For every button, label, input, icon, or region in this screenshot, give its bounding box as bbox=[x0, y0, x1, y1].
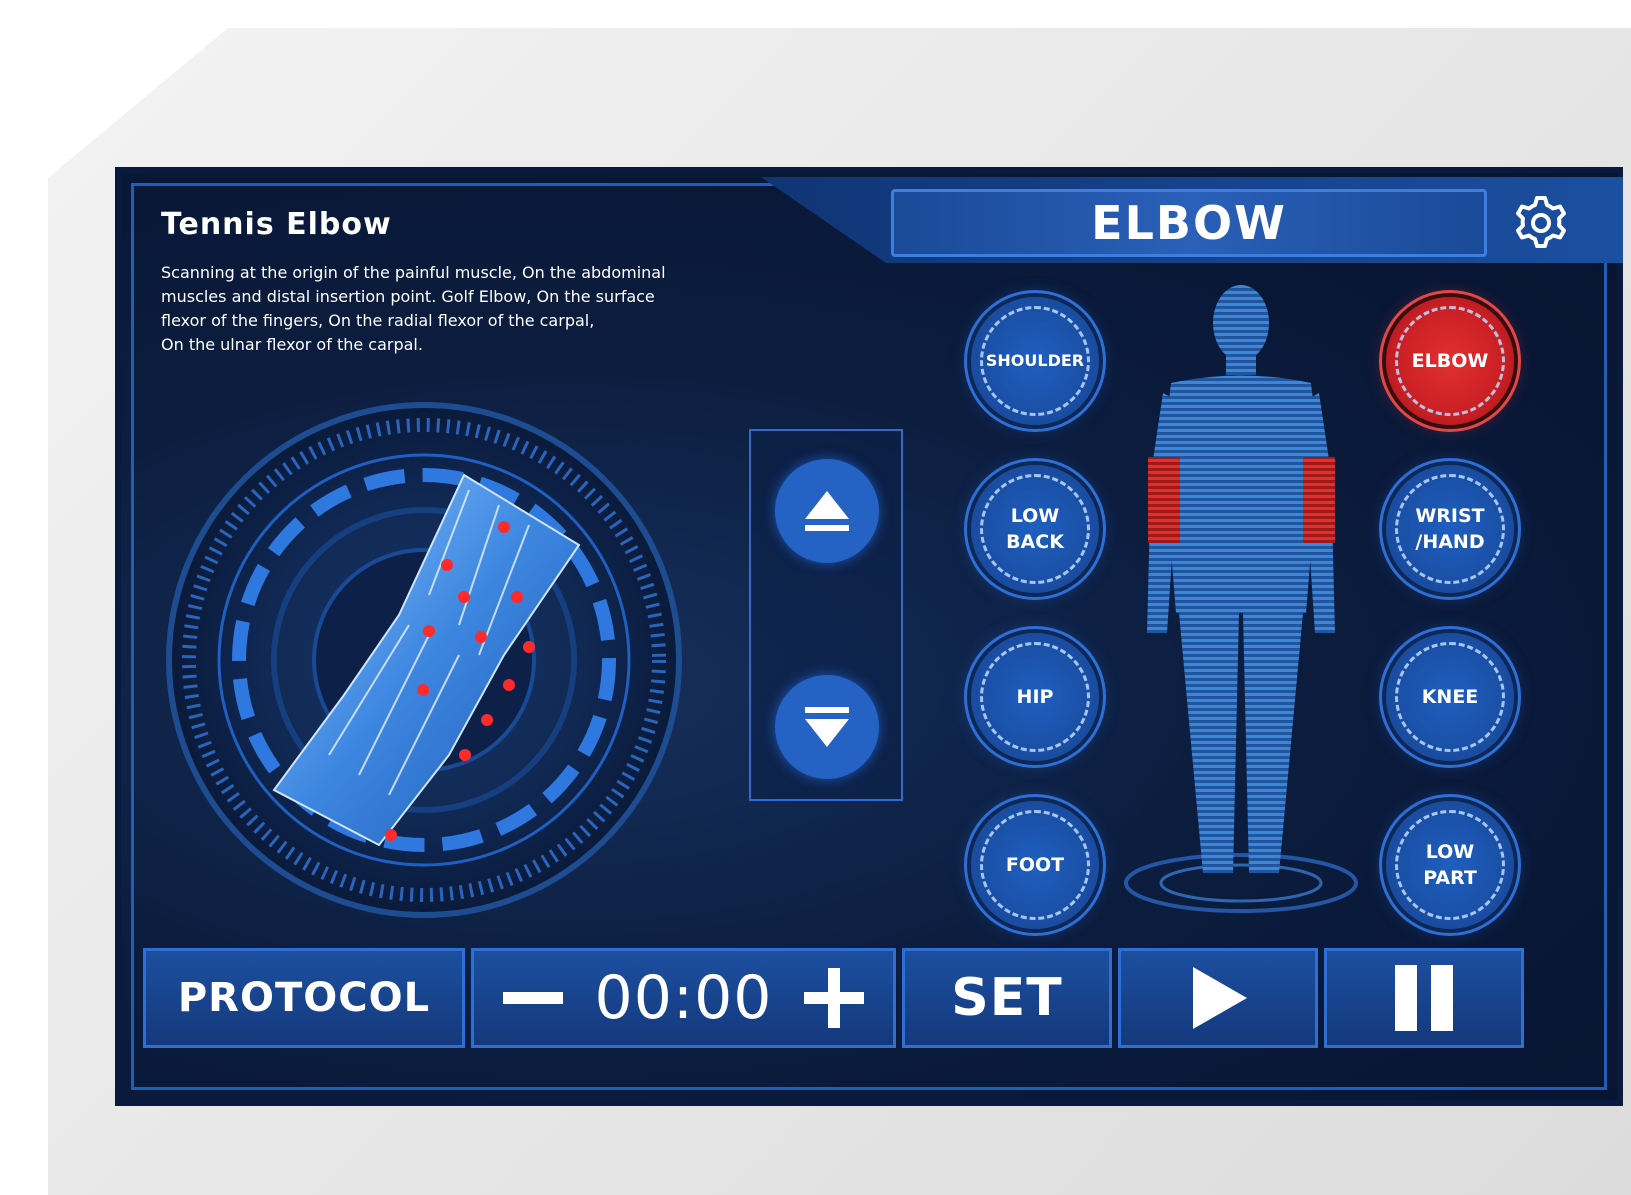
pause-button[interactable] bbox=[1324, 948, 1524, 1048]
eject-up-icon bbox=[805, 491, 849, 531]
scroll-panel bbox=[749, 429, 903, 801]
device-screen: ELBOW Tennis Elbow Scanning at the origi… bbox=[115, 167, 1623, 1106]
body-part-foot[interactable]: FOOT bbox=[971, 801, 1099, 929]
scroll-up-button[interactable] bbox=[775, 459, 879, 563]
scroll-down-button[interactable] bbox=[775, 675, 879, 779]
body-part-shoulder[interactable]: SHOULDER bbox=[971, 297, 1099, 425]
body-part-elbow[interactable]: ELBOW bbox=[1386, 297, 1514, 425]
body-part-label: WRIST /HAND bbox=[1415, 505, 1485, 553]
body-part-label: KNEE bbox=[1421, 686, 1479, 708]
body-part-label: FOOT bbox=[1005, 854, 1065, 876]
protocol-label: PROTOCOL bbox=[177, 975, 431, 1021]
body-part-label: LOW PART bbox=[1423, 841, 1477, 889]
pause-icon bbox=[1395, 965, 1453, 1031]
body-part-knee[interactable]: KNEE bbox=[1386, 633, 1514, 761]
body-figure bbox=[1124, 285, 1358, 913]
protocol-button[interactable]: PROTOCOL bbox=[143, 948, 465, 1048]
body-part-wrist-hand[interactable]: WRIST /HAND bbox=[1386, 465, 1514, 593]
play-icon bbox=[1193, 967, 1247, 1029]
control-bar: PROTOCOL 00:00 SET bbox=[143, 948, 1543, 1058]
body-part-label: LOW BACK bbox=[1006, 505, 1064, 553]
topic-title: Tennis Elbow bbox=[161, 207, 392, 242]
arm-illustration bbox=[166, 402, 682, 918]
gear-icon bbox=[1516, 196, 1566, 248]
body-part-hip[interactable]: HIP bbox=[971, 633, 1099, 761]
set-button[interactable]: SET bbox=[902, 948, 1112, 1048]
body-part-low-back[interactable]: LOW BACK bbox=[971, 465, 1099, 593]
timer-control: 00:00 bbox=[471, 948, 896, 1048]
play-button[interactable] bbox=[1118, 948, 1318, 1048]
body-part-label: SHOULDER bbox=[985, 351, 1085, 370]
set-label: SET bbox=[951, 968, 1063, 1028]
eject-down-icon bbox=[805, 707, 849, 747]
body-part-label: ELBOW bbox=[1411, 350, 1489, 372]
body-part-low-part[interactable]: LOW PART bbox=[1386, 801, 1514, 929]
settings-button[interactable] bbox=[1511, 193, 1571, 253]
body-part-label: HIP bbox=[1016, 686, 1054, 708]
topic-description: Scanning at the origin of the painful mu… bbox=[161, 263, 666, 354]
page-title: ELBOW bbox=[891, 189, 1487, 257]
timer-display: 00:00 bbox=[594, 963, 773, 1033]
minus-icon[interactable] bbox=[501, 966, 565, 1030]
plus-icon[interactable] bbox=[802, 966, 866, 1030]
